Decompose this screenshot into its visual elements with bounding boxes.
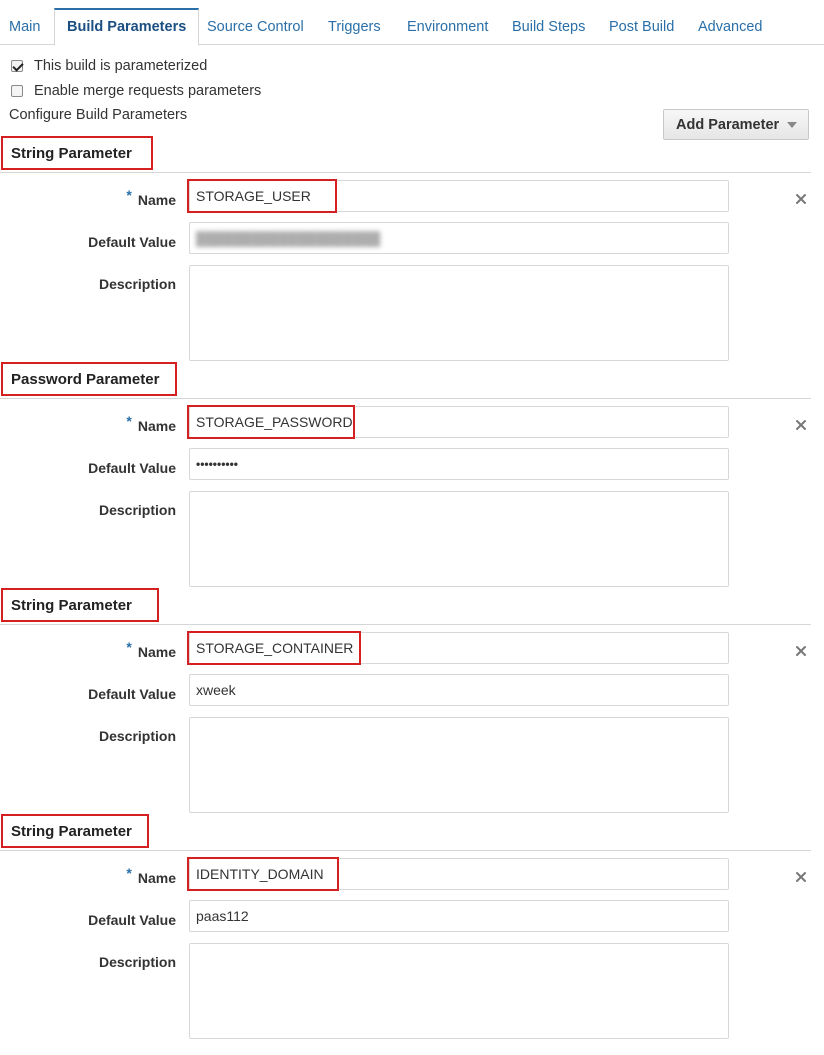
parameter-section: String Parameter * Name STORAGE_USER Defa… [0,136,824,362]
description-textarea[interactable] [189,943,729,1039]
divider [0,850,811,851]
default-value-input[interactable]: xweek [189,674,729,706]
configure-parameters-label: Configure Build Parameters [9,107,188,123]
close-icon[interactable] [794,644,808,658]
required-marker: * [126,865,132,881]
parameter-type-title: Password Parameter [1,362,177,396]
description-textarea[interactable] [189,491,729,587]
name-label: * Name [126,413,176,434]
name-input[interactable]: IDENTITY_DOMAIN [189,858,729,890]
divider [0,398,811,399]
parameterized-label: This build is parameterized [34,58,208,74]
parameter-type-title: String Parameter [1,814,149,848]
tab-build-steps[interactable]: Build Steps [500,9,597,45]
divider [0,172,811,173]
description-label: Description [98,728,176,744]
default-value-input[interactable]: ████████████████████ [189,222,729,254]
name-input[interactable]: STORAGE_PASSWORD [189,406,729,438]
merge-requests-label: Enable merge requests parameters [34,83,262,99]
name-input[interactable]: STORAGE_USER [189,180,729,212]
parameter-section: String Parameter * Name IDENTITY_DOMAIN D… [0,814,824,1040]
parameterized-checkbox[interactable] [11,60,23,72]
description-label: Description [98,954,176,970]
tab-triggers[interactable]: Triggers [316,9,393,45]
divider [0,624,811,625]
parameterized-option: This build is parameterized [11,57,207,75]
parameter-section: String Parameter * Name STORAGE_CONTAINER… [0,588,824,814]
password-input[interactable]: •••••••••• [189,448,729,480]
required-marker: * [126,639,132,655]
name-label: * Name [126,187,176,208]
description-textarea[interactable] [189,265,729,361]
merge-requests-option: Enable merge requests parameters [11,82,261,100]
tab-source-control[interactable]: Source Control [195,9,316,45]
tab-main[interactable]: Main [0,9,52,45]
close-icon[interactable] [794,192,808,206]
required-marker: * [126,187,132,203]
description-textarea[interactable] [189,717,729,813]
parameter-section: Password Parameter * Name STORAGE_PASSWOR… [0,362,824,588]
tab-advanced[interactable]: Advanced [686,9,775,45]
name-label: * Name [126,865,176,886]
default-value-label: Default Value [88,912,176,928]
required-marker: * [126,413,132,429]
tab-environment[interactable]: Environment [395,9,500,45]
tab-bar: Main Build Parameters Source Control Tri… [0,0,824,46]
close-icon[interactable] [794,418,808,432]
merge-requests-checkbox[interactable] [11,85,23,97]
description-label: Description [98,276,176,292]
close-icon[interactable] [794,870,808,884]
caret-down-icon [787,121,798,128]
add-parameter-label: Add Parameter [676,116,780,133]
redacted-value: ████████████████████ [196,230,381,246]
parameter-type-title: String Parameter [1,588,159,622]
tab-build-parameters[interactable]: Build Parameters [54,8,200,46]
default-value-label: Default Value [88,686,176,702]
parameter-type-title: String Parameter [1,136,153,170]
description-label: Description [98,502,176,518]
name-input[interactable]: STORAGE_CONTAINER [189,632,729,664]
default-value-input[interactable]: paas112 [189,900,729,932]
name-label: * Name [126,639,176,660]
default-value-label: Default Value [88,234,176,250]
default-value-label: Default Value [88,460,176,476]
tab-post-build[interactable]: Post Build [597,9,686,45]
